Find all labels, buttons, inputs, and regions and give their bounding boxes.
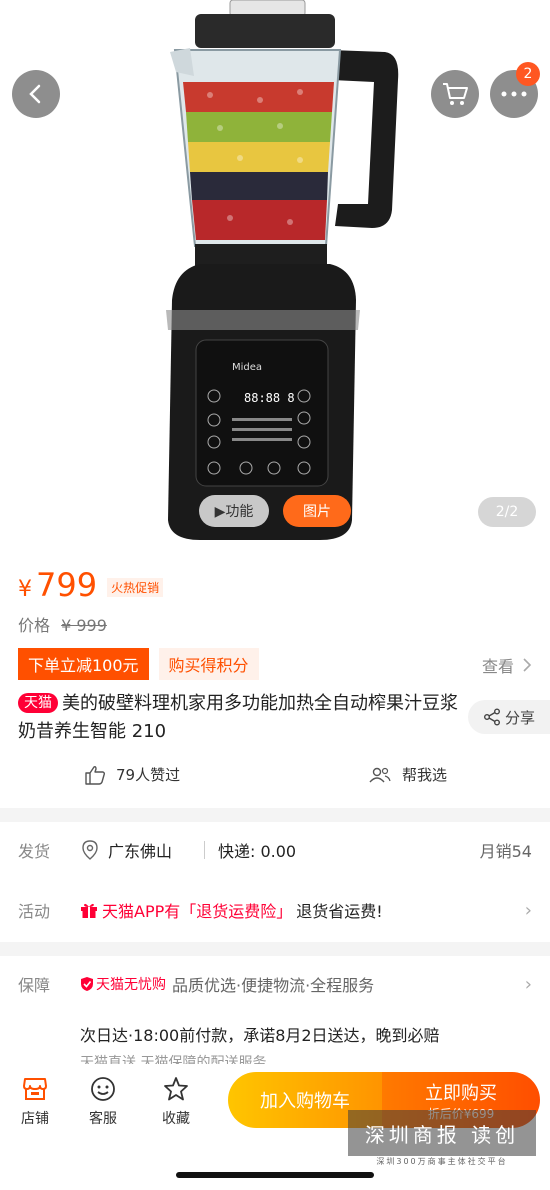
home-indicator[interactable]: [176, 1172, 374, 1178]
like-button[interactable]: 79人赞过: [84, 764, 180, 785]
chevron-left-icon: [29, 84, 41, 104]
favorite-label: 收藏: [162, 1111, 190, 1127]
watermark-logo: 深圳商报 读创: [348, 1110, 536, 1156]
back-button[interactable]: [12, 70, 60, 118]
chevron-right-icon: ›: [524, 899, 532, 921]
activity-text: 退货省运费!: [296, 902, 383, 921]
product-title: 天猫 美的破壁料理机家用多功能加热全自动榨果汁豆浆奶昔养生智能 210: [18, 690, 458, 746]
price-row: ¥ 799 火热促销: [18, 566, 164, 604]
guarantee-row[interactable]: 保障 天猫无忧购 品质优选·便捷物流·全程服务 ›: [0, 964, 550, 1004]
photo-tab[interactable]: 图片: [283, 495, 351, 527]
store-label: 店铺: [21, 1111, 49, 1127]
price-currency: ¥: [18, 577, 32, 602]
shipping-row[interactable]: 发货 广东佛山 快递: 0.00 月销54: [0, 830, 550, 870]
customer-service-label: 客服: [89, 1111, 117, 1127]
chevron-right-icon: [523, 658, 532, 672]
shield-check-icon: [81, 977, 93, 991]
share-icon: [483, 708, 500, 726]
chevron-right-icon: ›: [524, 973, 532, 995]
share-label: 分享: [504, 708, 535, 727]
panel-brand-text: Midea: [232, 362, 262, 373]
product-image-area[interactable]: Midea 88:88 8 2 ▶功能 图片 2/2: [0, 0, 550, 550]
original-price-value: ¥ 999: [61, 616, 107, 635]
activity-label: 活动: [18, 902, 51, 921]
activity-content: 天猫APP有「退货运费险」 退货省运费!: [80, 898, 383, 922]
section-divider: [0, 942, 550, 956]
shipping-fee: 快递: 0.00: [218, 842, 297, 861]
tmall-worry-free-text: 天猫无忧购: [96, 977, 166, 993]
gift-icon: [81, 903, 97, 918]
shipping-divider: [204, 841, 205, 859]
people-icon: [369, 767, 391, 782]
points-tag[interactable]: 购买得积分: [158, 648, 259, 680]
promo-tag: 火热促销: [107, 578, 164, 597]
shipping-label: 发货: [18, 842, 51, 861]
section-divider: [0, 808, 550, 822]
view-more-link[interactable]: 查看: [482, 653, 532, 677]
guarantee-content: 天猫无忧购 品质优选·便捷物流·全程服务: [80, 972, 374, 996]
location-pin-icon: [82, 840, 98, 860]
view-more-label: 查看: [481, 657, 514, 676]
watermark-main-text: 深圳商报 读创: [364, 1122, 520, 1147]
video-tab[interactable]: ▶功能: [199, 495, 269, 527]
star-icon: [164, 1077, 188, 1101]
cart-button[interactable]: [431, 70, 479, 118]
original-price-row: 价格 ¥ 999: [18, 612, 107, 636]
shipping-location: 广东佛山: [82, 838, 172, 862]
like-row: 79人赞过 帮我选: [0, 764, 550, 790]
store-button[interactable]: 店铺: [10, 1076, 60, 1128]
cart-icon: [443, 83, 468, 105]
price-value: 799: [36, 566, 98, 604]
image-pager: 2/2: [478, 497, 536, 527]
watermark-subtext: 深圳300万商事主体社交平台: [376, 1157, 508, 1166]
activity-row[interactable]: 活动 天猫APP有「退货运费险」 退货省运费! ›: [0, 890, 550, 930]
tmall-worry-free-badge: 天猫无忧购: [80, 974, 166, 994]
notification-badge: 2: [516, 62, 540, 86]
shipping-location-text: 广东佛山: [108, 842, 173, 861]
svg-text:88:88 8: 88:88 8: [244, 391, 295, 405]
help-choose-button[interactable]: 帮我选: [368, 764, 447, 785]
customer-service-button[interactable]: 客服: [78, 1076, 128, 1128]
original-price-label: 价格: [18, 616, 51, 635]
help-choose-label: 帮我选: [402, 766, 448, 784]
more-dots-icon: [501, 91, 527, 97]
share-button[interactable]: 分享: [468, 700, 550, 734]
promo-tags: 下单立减100元 购买得积分: [18, 648, 259, 680]
thumbs-up-icon: [85, 765, 106, 785]
media-tabs: ▶功能 图片: [199, 495, 351, 527]
store-icon: [23, 1078, 47, 1100]
monthly-sales: 月销54: [479, 842, 532, 861]
smiley-service-icon: [91, 1077, 115, 1101]
guarantee-label: 保障: [18, 976, 51, 995]
buy-now-label: 立即购买: [425, 1082, 497, 1104]
guarantee-items: 品质优选·便捷物流·全程服务: [172, 976, 375, 995]
activity-highlight: 天猫APP有「退货运费险」: [102, 902, 293, 921]
favorite-button[interactable]: 收藏: [151, 1076, 201, 1128]
next-day-delivery: 次日达·18:00前付款，承诺8月2日送达，晚到必赔: [80, 1026, 440, 1045]
product-title-text: 美的破壁料理机家用多功能加热全自动榨果汁豆浆奶昔养生智能 210: [18, 693, 458, 742]
likes-count: 79人赞过: [116, 766, 181, 784]
more-button[interactable]: 2: [490, 62, 540, 118]
discount-tag[interactable]: 下单立减100元: [18, 648, 149, 680]
tmall-store-tag: 天猫: [18, 693, 58, 713]
